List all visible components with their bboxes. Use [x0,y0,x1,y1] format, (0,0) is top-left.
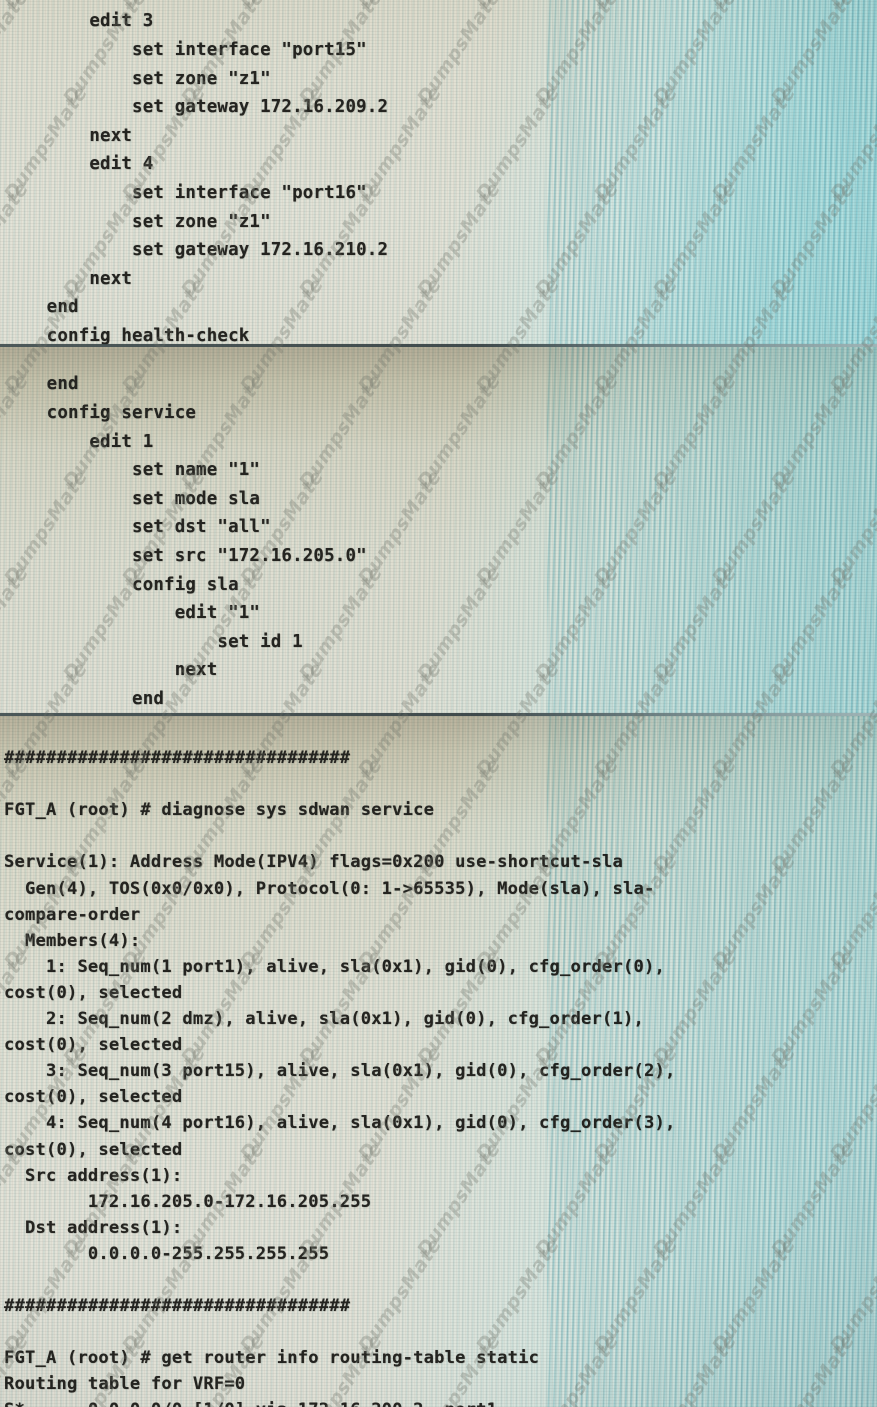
terminal-text-panel-1: edit 3 set interface "port15" set zone "… [46,11,389,346]
terminal-panel-diagnose-output: ################################# FGT_A … [0,716,877,1407]
terminal-panel-sdwan-service: end config service edit 1 set name "1" s… [0,347,877,716]
terminal-panel-sdwan-members: edit 3 set interface "port15" set zone "… [0,0,877,347]
screenshot-photo: edit 3 set interface "port15" set zone "… [0,0,877,1407]
terminal-text-panel-3: ################################# FGT_A … [4,748,676,1407]
terminal-text-panel-2: end config service edit 1 set name "1" s… [46,374,367,709]
panel-divider-top [0,344,877,347]
panel-divider-bottom [0,713,877,716]
